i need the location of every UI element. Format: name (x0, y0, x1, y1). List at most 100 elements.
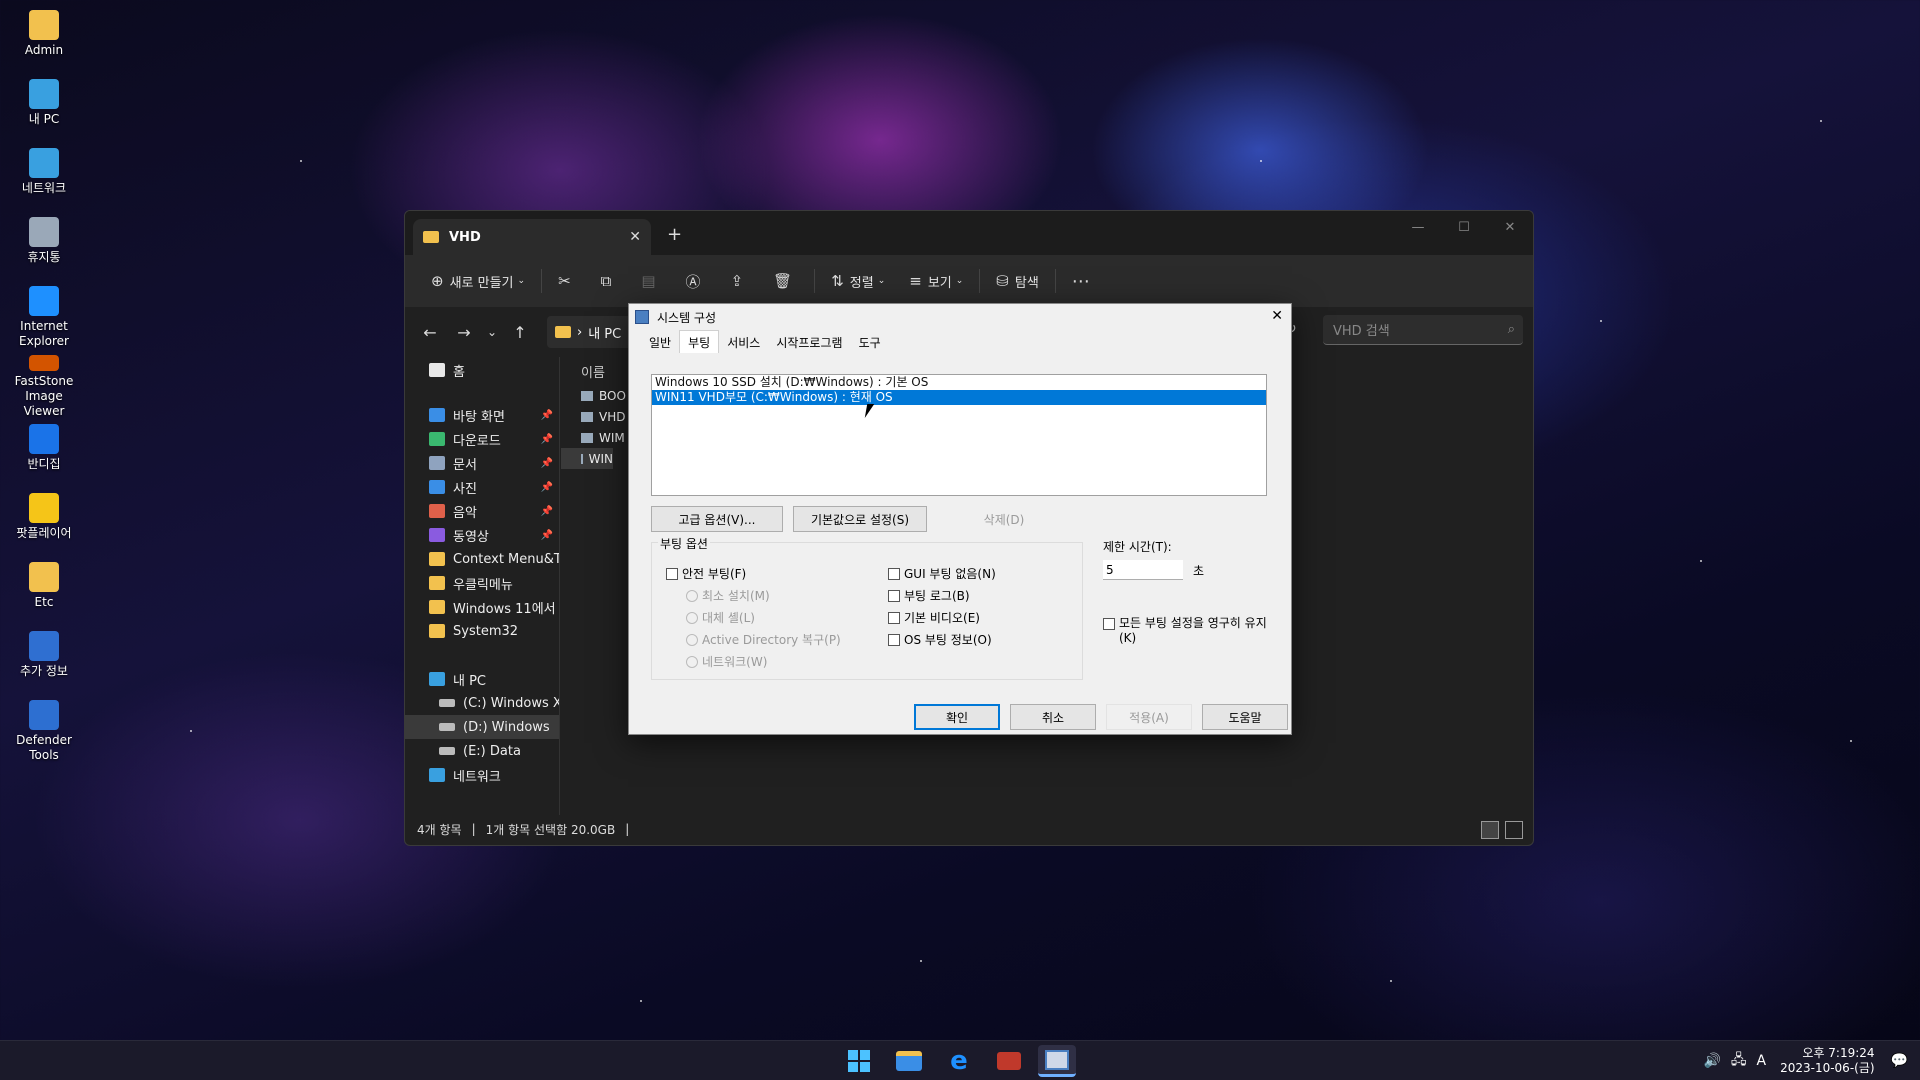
nav-quick-item[interactable]: 우클릭메뉴 (405, 571, 559, 595)
help-button[interactable]: 도움말 (1202, 704, 1288, 730)
back-arrow-icon[interactable]: ← (413, 323, 447, 342)
tiles-view-icon[interactable] (1505, 821, 1523, 839)
cut-button[interactable]: ✂ (546, 265, 589, 297)
base-video-checkbox[interactable]: 기본 비디오(E) (888, 609, 980, 626)
explore-button[interactable]: ⛁ 탐색 (984, 265, 1051, 297)
forward-arrow-icon[interactable]: → (447, 323, 481, 342)
nav-quick-item[interactable]: 음악 📌 (405, 499, 559, 523)
sort-button[interactable]: ⇅ 정렬 ⌄ (819, 265, 897, 297)
boot-tab-panel: Windows 10 SSD 설치 (D:₩Windows) : 기본 OS W… (637, 360, 1288, 730)
os-boot-info-checkbox[interactable]: OS 부팅 정보(O) (888, 631, 992, 648)
dialog-tab[interactable]: 일반 (641, 332, 679, 353)
nav-quick-item[interactable]: 바탕 화면 📌 (405, 403, 559, 427)
nav-home[interactable]: 홈 (405, 357, 559, 383)
apply-button[interactable]: 적용(A) (1106, 704, 1192, 730)
desktop-icon[interactable]: Internet Explorer (8, 282, 80, 350)
nav-network[interactable]: 네트워크 (405, 763, 559, 787)
paste-button[interactable]: ▤ (629, 265, 673, 297)
desktop-icon[interactable]: 휴지통 (8, 213, 80, 281)
timeout-input[interactable]: 5 (1103, 560, 1183, 580)
internet-explorer-taskbar-button[interactable]: e (940, 1045, 978, 1077)
desktop-icon[interactable]: Etc (8, 558, 80, 626)
desktop-icon[interactable]: 팟플레이어 (8, 489, 80, 557)
folder-icon (29, 562, 59, 592)
safe-boot-checkbox[interactable]: 안전 부팅(F) (666, 565, 746, 582)
set-default-button[interactable]: 기본값으로 설정(S) (793, 506, 927, 532)
details-view-icon[interactable] (1481, 821, 1499, 839)
nav-quick-label: System32 (453, 623, 519, 639)
network-status-icon[interactable]: 🖧 (1731, 1049, 1747, 1073)
desktop-icon-label: 추가 정보 (20, 664, 68, 678)
ime-indicator[interactable]: A (1757, 1053, 1767, 1069)
close-icon[interactable]: ✕ (629, 229, 641, 245)
desktop-icon[interactable]: 네트워크 (8, 144, 80, 212)
rename-button[interactable]: Ⓐ (674, 265, 719, 297)
close-icon[interactable]: ✕ (1271, 308, 1283, 324)
delete-button[interactable]: 삭제(D) (937, 506, 1071, 532)
up-arrow-icon[interactable]: ↑ (503, 323, 537, 342)
nav-quick-item[interactable]: 사진 📌 (405, 475, 559, 499)
ok-button[interactable]: 확인 (914, 704, 1000, 730)
os-entry-selected[interactable]: WIN11 VHD부모 (C:₩Windows) : 현재 OS (652, 390, 1266, 405)
search-box[interactable]: VHD 검색 ⌕ (1323, 315, 1523, 345)
share-button[interactable]: ⇪ (719, 265, 762, 297)
divider: | (625, 822, 630, 836)
new-tab-button[interactable]: + (667, 224, 682, 245)
file-icon (581, 411, 593, 422)
clock[interactable]: 오후 7:19:24 2023-10-06-(금) (1780, 1046, 1874, 1076)
dialog-tab[interactable]: 부팅 (679, 330, 720, 353)
copy-button[interactable]: ⧉ (589, 265, 630, 297)
alternate-shell-radio[interactable]: 대체 셸(L) (686, 609, 755, 626)
search-icon: ⌕ (1507, 322, 1515, 337)
boot-log-checkbox[interactable]: 부팅 로그(B) (888, 587, 970, 604)
nav-quick-item[interactable]: Context Menu&Tv (405, 547, 559, 571)
nav-drive-e[interactable]: (E:) Data (405, 739, 559, 763)
os-entry[interactable]: Windows 10 SSD 설치 (D:₩Windows) : 기본 OS (652, 375, 1266, 390)
nav-quick-item[interactable]: 동영상 📌 (405, 523, 559, 547)
chevron-down-icon[interactable]: ⌄ (481, 325, 503, 339)
maximize-button[interactable]: ☐ (1441, 211, 1487, 243)
nav-drive-d[interactable]: (D:) Windows (405, 715, 559, 739)
new-button[interactable]: ⊕ 새로 만들기 ⌄ (419, 265, 537, 297)
volume-icon[interactable]: 🔊 (1703, 1053, 1720, 1069)
notification-icon[interactable]: 💬 (1891, 1053, 1908, 1069)
file-explorer-taskbar-button[interactable] (890, 1045, 928, 1077)
desktop-icon[interactable]: Admin (8, 6, 80, 74)
minimal-radio[interactable]: 최소 설치(M) (686, 587, 770, 604)
nav-this-pc[interactable]: 내 PC (405, 667, 559, 691)
dialog-tab[interactable]: 시작프로그램 (768, 332, 850, 353)
dialog-tab[interactable]: 서비스 (719, 332, 768, 353)
close-window-button[interactable]: ✕ (1487, 211, 1533, 243)
nav-quick-item[interactable]: Windows 11에서 I (405, 595, 559, 619)
minimize-button[interactable]: — (1395, 211, 1441, 243)
nav-quick-item[interactable]: System32 (405, 619, 559, 643)
nav-quick-label: 우클릭메뉴 (453, 577, 513, 593)
file-row[interactable]: WIN (561, 448, 613, 469)
more-button[interactable]: ⋯ (1060, 265, 1108, 297)
nav-quick-item[interactable]: 문서 📌 (405, 451, 559, 475)
delete-button[interactable]: 🗑 (761, 265, 810, 297)
start-button[interactable] (840, 1045, 878, 1077)
dialog-tab[interactable]: 도구 (851, 332, 889, 353)
app-taskbar-button[interactable] (990, 1045, 1028, 1077)
cancel-button[interactable]: 취소 (1010, 704, 1096, 730)
msconfig-taskbar-button[interactable] (1038, 1045, 1076, 1077)
desktop-icon[interactable]: FastStone Image Viewer (8, 351, 80, 419)
faststone-icon (29, 355, 59, 371)
desktop-icon[interactable]: 반디집 (8, 420, 80, 488)
tab-vhd[interactable]: VHD ✕ (413, 219, 651, 255)
search-input[interactable]: VHD 검색 (1333, 320, 1390, 339)
advanced-options-button[interactable]: 고급 옵션(V)... (651, 506, 783, 532)
make-permanent-checkbox[interactable]: 모든 부팅 설정을 영구히 유지(K) (1103, 616, 1278, 646)
nav-quick-item[interactable]: 다운로드 📌 (405, 427, 559, 451)
network-radio[interactable]: 네트워크(W) (686, 653, 767, 670)
desktop-icon[interactable]: 추가 정보 (8, 627, 80, 695)
desktop-icon[interactable]: Defender Tools (8, 696, 80, 764)
nav-drive-c[interactable]: (C:) Windows X-L (405, 691, 559, 715)
address-bar[interactable]: › 내 PC › (547, 316, 637, 348)
desktop-icon[interactable]: 내 PC (8, 75, 80, 143)
ad-repair-radio[interactable]: Active Directory 복구(P) (686, 631, 841, 648)
os-list[interactable]: Windows 10 SSD 설치 (D:₩Windows) : 기본 OS W… (651, 374, 1267, 496)
view-button[interactable]: ≡ 보기 ⌄ (897, 265, 975, 297)
no-gui-boot-checkbox[interactable]: GUI 부팅 없음(N) (888, 565, 996, 582)
